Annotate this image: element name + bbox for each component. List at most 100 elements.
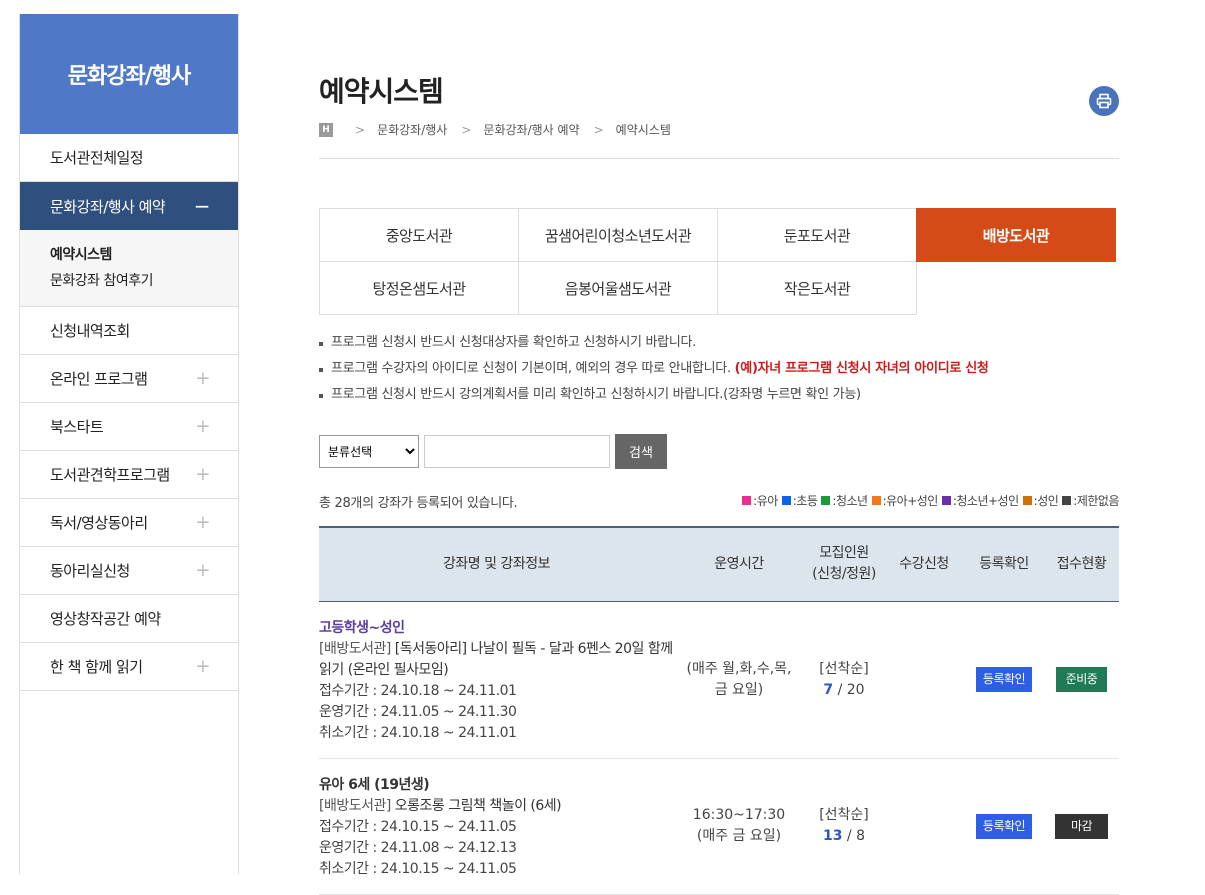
sidebar-item-label: 온라인 프로그램 [50, 370, 148, 388]
legend-label: :초등 [792, 494, 818, 508]
legend-label: :제한없음 [1073, 494, 1119, 508]
plus-icon: + [195, 464, 210, 485]
apply-cell [884, 758, 964, 895]
tab-kkumsaem-library[interactable]: 꿈샘어린이청소년도서관 [518, 208, 718, 262]
run-period: 운영기간 : 24.11.05 ~ 24.11.30 [319, 703, 517, 720]
notice-item: 프로그램 수강자의 아이디로 신청이 기본이며, 예외의 경우 따로 안내합니다… [319, 356, 989, 382]
course-capacity: [선착순] 7 / 20 [804, 601, 884, 759]
sidebar-item-label: 영상창작공간 예약 [50, 610, 161, 628]
legend-label: :성인 [1033, 494, 1059, 508]
sidebar-item-studio[interactable]: 영상창작공간 예약 [20, 595, 238, 643]
header-time: 운영시간 [674, 526, 804, 602]
course-title[interactable]: [배방도서관] 오롱조롱 그림책 책놀이 (6세) [319, 796, 674, 817]
sidebar-item-label: 도서관견학프로그램 [50, 466, 170, 484]
minus-icon: − [193, 194, 211, 218]
notice-item: 프로그램 신청시 반드시 신청대상자를 확인하고 신청하시기 바랍니다. [319, 330, 989, 356]
plus-icon: + [195, 368, 210, 389]
sidebar-item-bookstart[interactable]: 북스타트 + [20, 403, 238, 451]
plus-icon: + [195, 416, 210, 437]
sidebar-item-one-book[interactable]: 한 책 함께 읽기 + [20, 643, 238, 691]
course-time: (매주 월,화,수,목,금 요일) [674, 601, 804, 759]
sidebar-item-reservation[interactable]: 문화강좌/행사 예약 − [20, 182, 238, 230]
sidebar-item-club[interactable]: 독서/영상동아리 + [20, 499, 238, 547]
legend-item: :청소년+성인 [941, 492, 1019, 509]
course-target: 고등학생~성인 [319, 619, 405, 636]
legend-swatch [871, 496, 881, 505]
legend-swatch [1062, 496, 1072, 505]
legend-label: :유아 [753, 494, 778, 508]
notice-list: 프로그램 신청시 반드시 신청대상자를 확인하고 신청하시기 바랍니다. 프로그… [319, 330, 989, 408]
legend-item: :유아 [742, 492, 778, 509]
course-title[interactable]: [배방도서관] [독서동아리] 나날이 필독 - 달과 6펜스 20일 함께 읽… [319, 639, 674, 681]
status-badge: 준비중 [1055, 667, 1108, 692]
course-count: 총 28개의 강좌가 등록되어 있습니다. [319, 496, 518, 511]
sidebar-title: 문화강좌/행사 [20, 14, 238, 134]
search-bar: 분류선택 검색 [319, 434, 667, 469]
tab-baebang-library[interactable]: 배방도서관 [916, 208, 1116, 262]
plus-icon: + [195, 560, 210, 581]
print-button[interactable] [1089, 86, 1119, 116]
home-icon[interactable]: H [319, 122, 333, 137]
chevron-right-icon: > [593, 122, 604, 137]
legend-swatch [742, 496, 752, 505]
sidebar-item-label: 문화강좌/행사 예약 [50, 197, 166, 216]
course-info: 고등학생~성인 [배방도서관] [독서동아리] 나날이 필독 - 달과 6펜스 … [319, 601, 674, 759]
category-select[interactable]: 분류선택 [319, 435, 419, 468]
breadcrumb-item[interactable]: 문화강좌/행사 예약 [483, 121, 579, 138]
course-capacity: [선착순] 13 / 8 [804, 758, 884, 895]
sidebar-item-label: 도서관전체일정 [50, 149, 144, 167]
tab-small-library[interactable]: 작은도서관 [717, 261, 917, 315]
sidebar: 문화강좌/행사 도서관전체일정 문화강좌/행사 예약 − 예약시스템 문화강좌 참… [19, 14, 239, 874]
course-info: 유아 6세 (19년생) [배방도서관] 오롱조롱 그림책 책놀이 (6세) 접… [319, 758, 674, 895]
breadcrumb-item[interactable]: 문화강좌/행사 [377, 121, 447, 138]
printer-icon [1096, 93, 1112, 109]
sidebar-item-room[interactable]: 동아리실신청 + [20, 547, 238, 595]
sidebar-item-label: 신청내역조회 [50, 322, 130, 340]
sidebar-item-history[interactable]: 신청내역조회 [20, 307, 238, 355]
sidebar-item-label: 북스타트 [50, 418, 104, 436]
legend: :유아 :초등 :청소년 :유아+성인:청소년+성인 :성인 :제한없음 [738, 492, 1119, 509]
apply-period: 접수기간 : 24.10.15 ~ 24.11.05 [319, 818, 517, 835]
divider [319, 158, 1119, 159]
chevron-right-icon: > [355, 122, 366, 137]
table-row: 유아 6세 (19년생) [배방도서관] 오롱조롱 그림책 책놀이 (6세) 접… [319, 758, 1119, 895]
apply-period: 접수기간 : 24.10.18 ~ 24.11.01 [319, 682, 517, 699]
library-tabs: 중앙도서관 꿈샘어린이청소년도서관 둔포도서관 배방도서관 탕정온샘도서관 음봉… [319, 208, 1119, 315]
course-time: 16:30~17:30 (매주 금 요일) [674, 758, 804, 895]
sidebar-item-online[interactable]: 온라인 프로그램 + [20, 355, 238, 403]
legend-label: :유아+성인 [882, 494, 939, 508]
legend-item: :제한없음 [1062, 492, 1119, 509]
tab-dunpo-library[interactable]: 둔포도서관 [717, 208, 917, 262]
course-table: 강좌명 및 강좌정보 운영시간 모집인원 (신청/정원) 수강신청 등록확인 접수… [319, 526, 1119, 895]
plus-icon: + [195, 656, 210, 677]
legend-swatch [821, 496, 831, 505]
search-button[interactable]: 검색 [615, 434, 667, 469]
sidebar-sub-item-reservation-system[interactable]: 예약시스템 [50, 242, 208, 268]
tab-eumbong-library[interactable]: 음봉어울샘도서관 [518, 261, 718, 315]
notice-item: 프로그램 신청시 반드시 강의계획서를 미리 확인하고 신청하시기 바랍니다.(… [319, 382, 989, 408]
tab-tangjeong-library[interactable]: 탕정온샘도서관 [319, 261, 519, 315]
confirm-button[interactable]: 등록확인 [975, 667, 1033, 692]
notice-highlight: (예)자녀 프로그램 신청시 자녀의 아이디로 신청 [734, 361, 989, 376]
status-badge: 마감 [1054, 813, 1109, 839]
cancel-period: 취소기간 : 24.10.15 ~ 24.11.05 [319, 860, 517, 877]
sidebar-sub-item-reviews[interactable]: 문화강좌 참여후기 [50, 268, 208, 294]
breadcrumb: H > 문화강좌/행사 > 문화강좌/행사 예약 > 예약시스템 [319, 121, 671, 138]
legend-label: :청소년 [832, 494, 868, 508]
legend-swatch [1022, 496, 1032, 505]
header-course: 강좌명 및 강좌정보 [319, 526, 674, 602]
legend-item: :유아+성인 [871, 492, 939, 509]
header-capacity: 모집인원 (신청/정원) [804, 526, 884, 602]
run-period: 운영기간 : 24.11.08 ~ 24.12.13 [319, 839, 517, 856]
tab-central-library[interactable]: 중앙도서관 [319, 208, 519, 262]
legend-swatch [941, 496, 951, 505]
header-confirm: 등록확인 [964, 526, 1044, 602]
chevron-right-icon: > [461, 122, 472, 137]
legend-swatch [781, 496, 791, 505]
cancel-period: 취소기간 : 24.10.18 ~ 24.11.01 [319, 724, 517, 741]
confirm-button[interactable]: 등록확인 [975, 813, 1033, 839]
sidebar-item-schedule[interactable]: 도서관전체일정 [20, 134, 238, 182]
search-input[interactable] [424, 435, 610, 468]
sidebar-item-tour[interactable]: 도서관견학프로그램 + [20, 451, 238, 499]
breadcrumb-item[interactable]: 예약시스템 [616, 121, 671, 138]
